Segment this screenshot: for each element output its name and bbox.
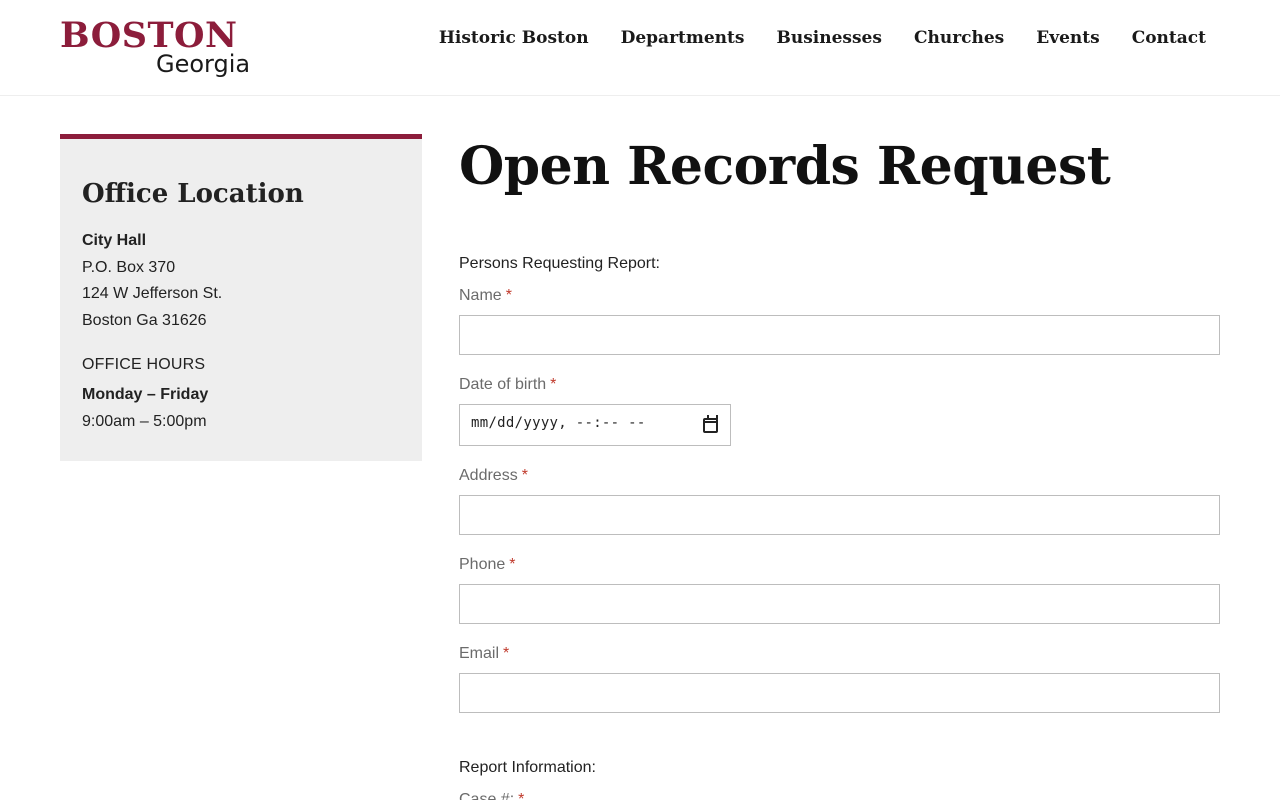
phone-label-text: Phone: [459, 556, 506, 573]
required-marker: *: [509, 556, 516, 573]
dob-placeholder: mm/dd/yyyy, --:-- --: [471, 415, 646, 431]
office-hours-days: Monday – Friday: [82, 386, 209, 403]
main-nav: Historic Boston Departments Businesses C…: [439, 26, 1206, 50]
email-input[interactable]: [459, 673, 1220, 713]
address-label: Address *: [459, 465, 1220, 487]
records-request-form: Open Records Request Persons Requesting …: [459, 134, 1220, 800]
site-header: BOSTON Georgia Historic Boston Departmen…: [0, 0, 1280, 96]
case-label: Case #: *: [459, 789, 1220, 800]
office-hours-title: OFFICE HOURS: [82, 356, 206, 373]
address-line-street: 124 W Jefferson St.: [82, 285, 223, 302]
office-hours-time: 9:00am – 5:00pm: [82, 412, 207, 430]
name-field-group: Name *: [459, 285, 1220, 355]
name-label-text: Name: [459, 287, 502, 304]
phone-label: Phone *: [459, 554, 1220, 576]
nav-businesses[interactable]: Businesses: [776, 26, 881, 50]
email-label-text: Email: [459, 645, 500, 662]
calendar-icon[interactable]: [703, 415, 718, 433]
sidebar-title: Office Location: [82, 179, 304, 209]
name-label: Name *: [459, 285, 1220, 307]
required-marker: *: [505, 287, 512, 304]
address-input[interactable]: [459, 495, 1220, 535]
dob-datetime-input[interactable]: mm/dd/yyyy, --:-- --: [459, 404, 731, 446]
case-field-group: Case #: *: [459, 789, 1220, 800]
dob-label: Date of birth *: [459, 374, 1220, 396]
page-title: Open Records Request: [459, 136, 1111, 197]
email-field-group: Email *: [459, 643, 1220, 713]
site-logo[interactable]: BOSTON Georgia: [60, 16, 270, 80]
phone-input[interactable]: [459, 584, 1220, 624]
nav-events[interactable]: Events: [1036, 26, 1099, 50]
section-report-information: Report Information:: [459, 759, 596, 776]
nav-churches[interactable]: Churches: [914, 26, 1004, 50]
address-field-group: Address *: [459, 465, 1220, 535]
address-line-po-box: P.O. Box 370: [82, 258, 176, 276]
dob-field-group: Date of birth * mm/dd/yyyy, --:-- --: [459, 374, 1220, 446]
office-location-sidebar: Office Location City Hall P.O. Box 370 1…: [60, 134, 422, 461]
case-label-text: Case #:: [459, 791, 515, 800]
logo-georgia: Georgia: [156, 50, 251, 78]
required-marker: *: [550, 376, 557, 393]
nav-historic-boston[interactable]: Historic Boston: [439, 26, 589, 50]
address-label-text: Address: [459, 467, 518, 484]
email-label: Email *: [459, 643, 1220, 665]
required-marker: *: [518, 791, 525, 800]
phone-field-group: Phone *: [459, 554, 1220, 624]
nav-departments[interactable]: Departments: [621, 26, 745, 50]
required-marker: *: [503, 645, 510, 662]
building-name: City Hall: [82, 232, 147, 249]
address-line-city: Boston Ga 31626: [82, 311, 207, 329]
section-persons-requesting: Persons Requesting Report:: [459, 255, 660, 272]
required-marker: *: [521, 467, 528, 484]
dob-label-text: Date of birth: [459, 376, 547, 393]
name-input[interactable]: [459, 315, 1220, 355]
nav-contact[interactable]: Contact: [1132, 26, 1206, 50]
